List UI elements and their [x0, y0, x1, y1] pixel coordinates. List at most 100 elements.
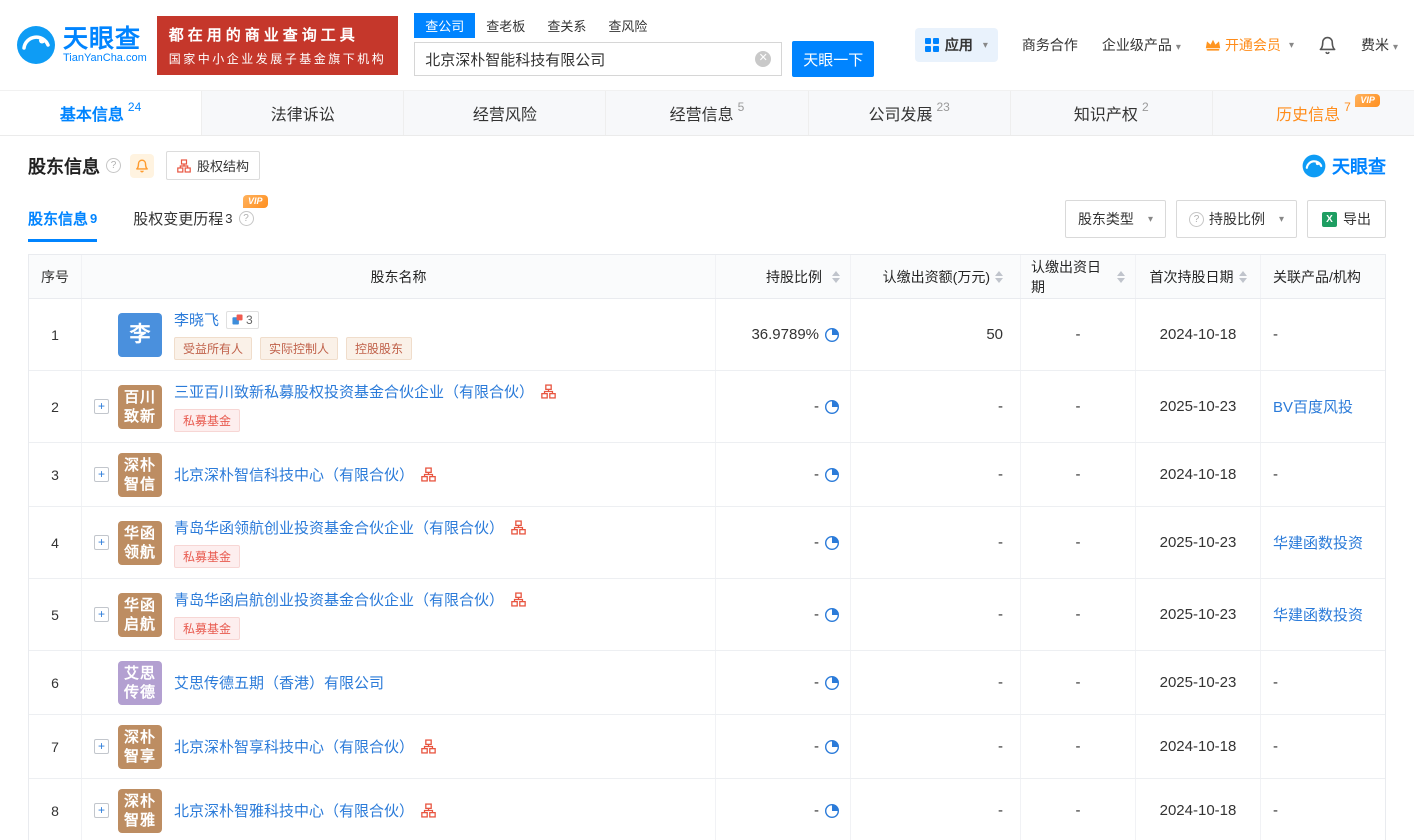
equity-structure-icon[interactable] [511, 592, 526, 607]
related-value[interactable]: 华建函数投资 [1273, 532, 1363, 553]
partner-count-badge[interactable]: 3 [226, 311, 259, 329]
apps-button[interactable]: 应用 ▾ [915, 28, 998, 62]
equity-structure-icon[interactable] [421, 739, 436, 754]
sort-icon[interactable] [832, 271, 840, 283]
ratio-cell: - [715, 507, 850, 578]
search-tab-1[interactable]: 查老板 [475, 13, 536, 38]
nav-tab-2[interactable]: 经营风险 [404, 91, 606, 135]
subtabs-row: 股东信息9 VIP 股权变更历程3 ? 股东类型▾ ? 持股比例▾ X 导出 [28, 200, 1386, 242]
pie-chart-icon[interactable] [824, 607, 840, 623]
shareholder-tags: 私募基金 [174, 545, 526, 568]
equity-structure-icon[interactable] [421, 803, 436, 818]
tab-shareholder-info[interactable]: 股东信息9 [28, 208, 97, 242]
tab-equity-change-history[interactable]: VIP 股权变更历程3 ? [133, 208, 253, 242]
shareholder-tag: 私募基金 [174, 617, 240, 640]
pie-chart-icon[interactable] [824, 739, 840, 755]
subscribe-bell-icon[interactable] [130, 154, 154, 178]
ratio-value: - [814, 398, 819, 415]
pie-chart-icon[interactable] [824, 327, 840, 343]
link-business-cooperation[interactable]: 商务合作 [1022, 35, 1078, 55]
column-header-4[interactable]: 认缴出资日期 [1020, 255, 1135, 298]
export-button[interactable]: X 导出 [1307, 200, 1386, 238]
filter-label: 股东类型 [1078, 209, 1134, 229]
pie-chart-icon[interactable] [824, 399, 840, 415]
shareholder-name-link[interactable]: 北京深朴智享科技中心（有限合伙） [174, 736, 414, 757]
shareholder-name-link[interactable]: 三亚百川致新私募股权投资基金合伙企业（有限合伙） [174, 381, 534, 402]
expand-row-button[interactable]: + [94, 607, 109, 622]
notification-bell-icon[interactable] [1318, 36, 1337, 55]
expand-row-button[interactable]: + [94, 535, 109, 550]
brand-domain: TianYanCha.com [63, 52, 147, 64]
table-body: 1 + 李 李晓飞 3 受益所有人实际控制人控股股东 36 [29, 299, 1385, 840]
search-button[interactable]: 天眼一下 [792, 41, 874, 77]
column-header-3[interactable]: 认缴出资额(万元) [850, 255, 1020, 298]
clear-search-icon[interactable]: ✕ [755, 51, 771, 67]
chevron-down-icon: ▾ [1279, 214, 1284, 225]
related-value[interactable]: BV百度风投 [1273, 396, 1353, 417]
ratio-filter[interactable]: ? 持股比例▾ [1176, 200, 1297, 238]
pie-chart-icon[interactable] [824, 535, 840, 551]
nav-tab-6[interactable]: 历史信息7VIP [1213, 91, 1414, 135]
search-tab-0[interactable]: 查公司 [414, 13, 475, 38]
nav-tab-1[interactable]: 法律诉讼 [202, 91, 404, 135]
tianyancha-logo[interactable]: 天眼查 TianYanCha.com [16, 25, 147, 65]
pie-chart-icon[interactable] [824, 675, 840, 691]
pie-chart-icon[interactable] [824, 803, 840, 819]
nav-tab-4[interactable]: 公司发展23 [809, 91, 1011, 135]
ratio-value: - [814, 802, 819, 819]
nav-tab-label: 知识产权 [1074, 101, 1138, 125]
shareholder-name-link[interactable]: 青岛华函领航创业投资基金合伙企业（有限合伙） [174, 517, 504, 538]
shareholder-avatar: 李 [118, 313, 162, 357]
nav-tab-5[interactable]: 知识产权2 [1011, 91, 1213, 135]
shareholder-name-link[interactable]: 李晓飞 [174, 309, 219, 330]
equity-structure-icon[interactable] [421, 467, 436, 482]
shareholder-name-link[interactable]: 北京深朴智信科技中心（有限合伙） [174, 464, 414, 485]
promo-banner[interactable]: 都在用的商业查询工具 国家中小企业发展子基金旗下机构 [157, 16, 399, 75]
shareholder-name-link[interactable]: 青岛华函启航创业投资基金合伙企业（有限合伙） [174, 589, 504, 610]
top-bar: 天眼查 TianYanCha.com 都在用的商业查询工具 国家中小企业发展子基… [0, 0, 1414, 90]
apps-label: 应用 [945, 35, 973, 55]
user-menu[interactable]: 费米▾ [1361, 35, 1398, 55]
related-value[interactable]: 华建函数投资 [1273, 604, 1363, 625]
search-input[interactable] [425, 51, 755, 68]
equity-structure-icon[interactable] [511, 520, 526, 535]
column-header-2[interactable]: 持股比例 [715, 255, 850, 298]
link-enterprise-products[interactable]: 企业级产品▾ [1102, 35, 1181, 55]
nav-tab-0[interactable]: 基本信息24 [0, 91, 202, 135]
first-date-cell: 2024-10-18 [1135, 715, 1260, 778]
nav-tab-label: 基本信息 [60, 101, 124, 125]
shareholder-name-link[interactable]: 艾思传德五期（香港）有限公司 [174, 672, 384, 693]
ratio-value: - [814, 534, 819, 551]
shareholder-name-cell: + 李 李晓飞 3 受益所有人实际控制人控股股东 [81, 299, 715, 370]
help-icon[interactable]: ? [239, 211, 254, 226]
tianyancha-watermark: 天眼查 [1302, 153, 1386, 179]
column-header-label: 序号 [41, 267, 69, 287]
chevron-down-icon: ▾ [1393, 42, 1398, 53]
row-index: 8 [29, 779, 81, 840]
tab-label: 股东信息 [28, 208, 88, 229]
pie-chart-icon[interactable] [824, 467, 840, 483]
shareholder-avatar: 艾思传德 [118, 661, 162, 705]
expand-row-button[interactable]: + [94, 467, 109, 482]
tab-count: 9 [90, 211, 97, 226]
search-input-box[interactable]: ✕ [414, 42, 782, 76]
search-tab-3[interactable]: 查风险 [597, 13, 658, 38]
shareholder-type-filter[interactable]: 股东类型▾ [1065, 200, 1166, 238]
search-tab-2[interactable]: 查关系 [536, 13, 597, 38]
shareholder-name-link[interactable]: 北京深朴智雅科技中心（有限合伙） [174, 800, 414, 821]
amount-cell: - [850, 443, 1020, 506]
nav-tab-3[interactable]: 经营信息5 [606, 91, 808, 135]
equity-structure-button[interactable]: 股权结构 [166, 151, 260, 180]
expand-row-button[interactable]: + [94, 803, 109, 818]
expand-row-button[interactable]: + [94, 739, 109, 754]
sort-icon[interactable] [995, 271, 1003, 283]
vip-upgrade-link[interactable]: 开通会员 ▾ [1205, 35, 1294, 55]
help-icon[interactable]: ? [106, 158, 121, 173]
expand-row-button[interactable]: + [94, 399, 109, 414]
sort-icon[interactable] [1239, 271, 1247, 283]
amount-cell: - [850, 579, 1020, 650]
related-cell: BV百度风投 [1260, 371, 1385, 442]
sort-icon[interactable] [1117, 271, 1125, 283]
column-header-5[interactable]: 首次持股日期 [1135, 255, 1260, 298]
equity-structure-icon[interactable] [541, 384, 556, 399]
